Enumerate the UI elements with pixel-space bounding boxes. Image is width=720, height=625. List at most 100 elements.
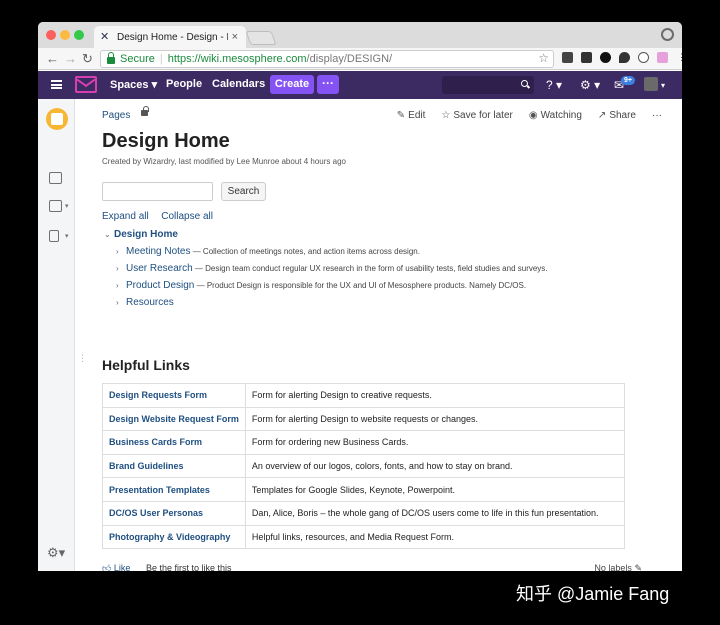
tree-item-user-research[interactable]: › User Research — Design team conduct reg… [116, 263, 548, 274]
app-menu-icon[interactable] [51, 80, 62, 89]
create-more-button[interactable]: ··· [317, 75, 339, 94]
reload-icon[interactable]: ↻ [82, 51, 93, 67]
tab-title: Design Home - Design - Meso [117, 31, 228, 43]
nav-spaces[interactable]: Spaces ▾ [110, 78, 157, 91]
watching-button[interactable]: ◉ Watching [529, 110, 582, 121]
save-for-later-button[interactable]: ☆ Save for later [441, 110, 512, 121]
pencil-icon: ✎ [634, 563, 642, 571]
link-cell[interactable]: Presentation Templates [102, 477, 246, 502]
tree-chevron-icon[interactable]: ▾ [65, 232, 69, 240]
pocket-icon[interactable] [562, 52, 573, 63]
bookmark-star-icon[interactable]: ☆ [538, 51, 549, 65]
table-row: Photography & Videography Helpful links, … [102, 524, 626, 550]
link-cell[interactable]: Design Requests Form [102, 383, 246, 408]
page-tree-search-input[interactable] [102, 182, 213, 201]
tab-close-icon[interactable]: × [232, 31, 238, 43]
buffer-icon[interactable] [581, 52, 592, 63]
link-cell[interactable]: Business Cards Form [102, 430, 246, 455]
header-search-input[interactable] [442, 76, 534, 94]
tree-item-product-design[interactable]: › Product Design — Product Design is resp… [116, 280, 526, 291]
tree-item-meeting-notes[interactable]: › Meeting Notes — Collection of meetings … [116, 246, 420, 257]
chevron-right-icon[interactable]: › [116, 247, 126, 256]
inbox-icon[interactable] [657, 52, 668, 63]
star-icon: ☆ [441, 110, 451, 121]
chevron-right-icon[interactable]: › [116, 264, 126, 273]
info-icon[interactable] [638, 52, 649, 63]
maximize-window-button[interactable] [74, 30, 84, 40]
profile-icon[interactable] [661, 28, 674, 41]
like-summary: Be the first to like this [146, 563, 232, 571]
table-row: DC/OS User Personas Dan, Alice, Boris – t… [102, 500, 626, 526]
collapse-all-link[interactable]: Collapse all [161, 211, 213, 222]
tree-root-item[interactable]: ⌄ Design Home [104, 229, 178, 240]
pages-chevron-icon[interactable]: ▾ [65, 202, 69, 210]
restrictions-lock-icon[interactable] [141, 106, 149, 116]
create-button[interactable]: Create [270, 75, 314, 94]
pencil-icon: ✎ [396, 110, 406, 121]
pages-icon[interactable] [49, 200, 62, 212]
minimize-window-button[interactable] [60, 30, 70, 40]
page-title: Design Home [102, 130, 230, 152]
onepassword-icon[interactable] [600, 52, 611, 63]
secure-label: Secure [120, 53, 155, 65]
search-icon [521, 80, 528, 87]
space-avatar[interactable] [46, 108, 68, 130]
tree-item-resources[interactable]: › Resources [116, 297, 174, 308]
table-row: Design Requests Form Form for alerting De… [102, 383, 626, 408]
breadcrumb-pages[interactable]: Pages [102, 110, 130, 121]
close-window-button[interactable] [46, 30, 56, 40]
browser-tab[interactable]: ✕ Design Home - Design - Meso × [94, 26, 246, 48]
description-cell: Form for alerting Design to creative req… [244, 383, 626, 408]
space-settings-gear-icon[interactable]: ⚙▾ [47, 545, 65, 561]
edit-button[interactable]: ✎ Edit [397, 110, 426, 121]
settings-gear-icon[interactable]: ⚙ ▾ [580, 78, 600, 92]
search-button[interactable]: Search [221, 182, 266, 201]
new-tab-button[interactable] [245, 31, 277, 45]
browser-menu-icon[interactable]: ⋮ [676, 52, 682, 63]
url-separator: | [159, 53, 163, 65]
link-cell[interactable]: DC/OS User Personas [102, 500, 246, 526]
share-button[interactable]: ↗ Share [598, 110, 636, 121]
description-cell: An overview of our logos, colors, fonts,… [244, 453, 626, 479]
space-sidebar: ▾ ▾ ⚙▾ » [38, 99, 75, 571]
link-cell[interactable]: Photography & Videography [102, 524, 246, 550]
help-icon[interactable]: ? ▾ [546, 78, 562, 92]
share-icon: ↗ [597, 110, 607, 121]
link-cell[interactable]: Brand Guidelines [102, 453, 246, 479]
table-row: Design Website Request Form Form for aler… [102, 406, 626, 432]
sidebar-resize-grip-icon[interactable]: ⋮ [78, 353, 87, 364]
chevron-right-icon[interactable]: › [116, 298, 126, 307]
nav-people[interactable]: People [166, 78, 202, 90]
description-cell: Templates for Google Slides, Keynote, Po… [244, 477, 626, 502]
chevron-right-icon[interactable]: › [116, 281, 126, 290]
user-avatar[interactable] [644, 77, 658, 91]
nav-calendars[interactable]: Calendars [212, 78, 265, 90]
tab-strip: ✕ Design Home - Design - Meso × [38, 22, 682, 48]
table-row: Presentation Templates Templates for Goog… [102, 477, 626, 502]
user-menu-chevron-icon[interactable]: ▾ [661, 81, 665, 90]
more-actions-button[interactable]: ··· [652, 110, 662, 121]
watermark: 知乎 @Jamie Fang [516, 584, 670, 604]
url-input[interactable]: Secure | https://wiki.mesosphere.com/dis… [100, 50, 554, 68]
confluence-logo-icon[interactable] [75, 76, 97, 93]
expand-collapse-links: Expand all Collapse all [102, 211, 213, 222]
forward-arrow-icon[interactable]: → [64, 51, 77, 67]
back-arrow-icon[interactable]: ← [46, 51, 59, 67]
drop-icon[interactable] [619, 52, 630, 63]
tree-icon[interactable] [49, 230, 59, 242]
table-row: Business Cards Form Form for ordering new… [102, 430, 626, 455]
chevron-down-icon[interactable]: ⌄ [104, 230, 114, 239]
browser-window: ✕ Design Home - Design - Meso × ← → ↻ Se… [38, 22, 682, 571]
eye-icon: ◉ [528, 110, 538, 121]
thumbs-up-icon: 👍︎ [102, 563, 112, 571]
labels-area[interactable]: No labels ✎ [594, 563, 642, 571]
url-prefix: https:// [167, 53, 201, 65]
expand-all-link[interactable]: Expand all [102, 211, 149, 222]
calendar-icon[interactable] [49, 172, 62, 184]
page-actions: ✎ Edit ☆ Save for later ◉ Watching ↗ Share ·… [397, 110, 662, 121]
link-cell[interactable]: Design Website Request Form [102, 406, 246, 432]
like-button[interactable]: 👍︎ Like [102, 563, 130, 571]
description-cell: Helpful links, resources, and Media Requ… [244, 524, 626, 550]
address-bar: ← → ↻ Secure | https://wiki.mesosphere.c… [38, 48, 682, 70]
description-cell: Dan, Alice, Boris – the whole gang of DC… [244, 500, 626, 526]
